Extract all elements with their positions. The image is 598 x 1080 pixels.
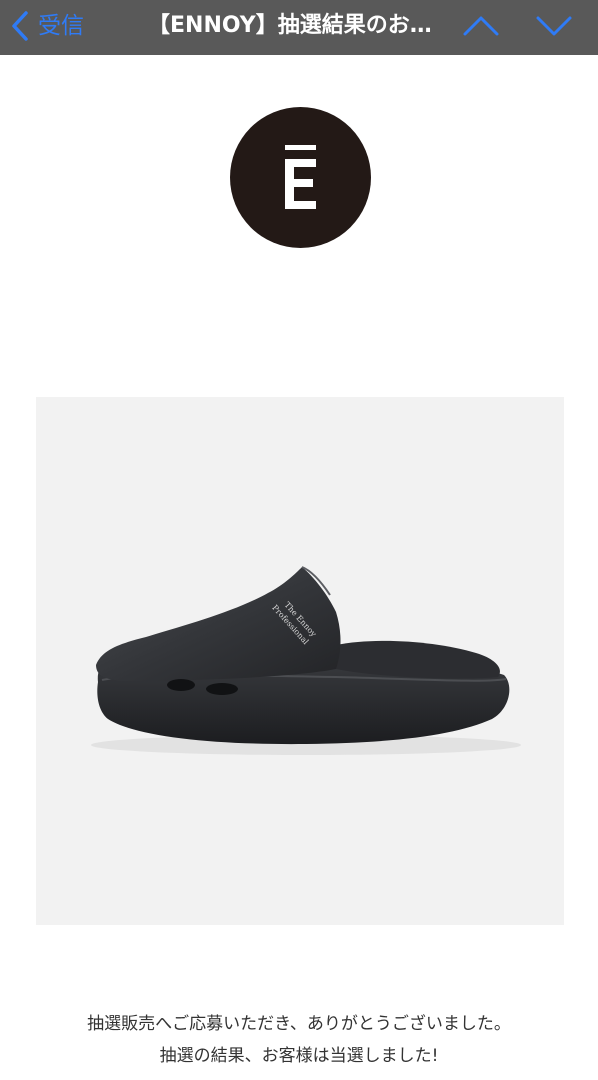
chevron-up-icon [463, 16, 499, 36]
chevron-left-icon [12, 11, 28, 41]
message-line-1: 抽選販売へご応募いただき、ありがとうございました。 [87, 1014, 511, 1034]
ennoy-logo-mark [285, 145, 316, 209]
previous-message-button[interactable] [462, 10, 500, 42]
lottery-result-message: 抽選販売へご応募いただき、ありがとうございました。 抽選の結果、お客様は当選しま… [0, 1008, 598, 1072]
chevron-down-icon [536, 16, 572, 36]
email-subject-title: 【ENNOY】抽選結果のお… [148, 13, 432, 38]
product-image: The Ennoy Professional [36, 397, 564, 925]
back-button[interactable]: 受信 [10, 8, 84, 44]
next-message-button[interactable] [535, 10, 573, 42]
back-label: 受信 [38, 12, 84, 39]
slide-sandal-illustration: The Ennoy Professional [91, 566, 521, 755]
navigation-bar: 受信 【ENNOY】抽選結果のお… [0, 0, 598, 55]
message-line-2: 抽選の結果、お客様は当選しました! [159, 1046, 439, 1066]
ennoy-logo [230, 107, 371, 248]
